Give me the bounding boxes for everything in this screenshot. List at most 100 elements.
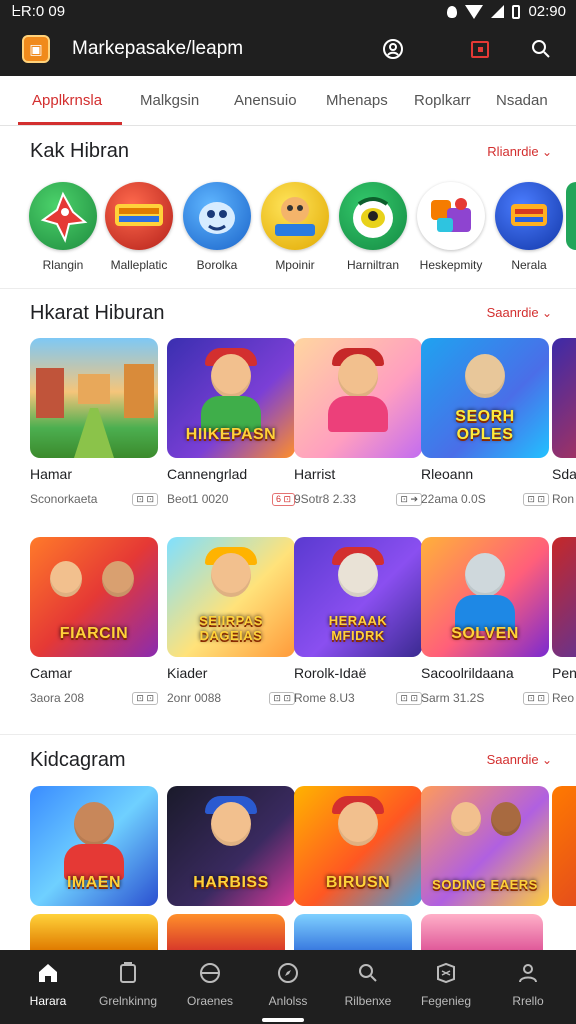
card-art-text: IMAEN (66, 874, 122, 891)
tab-2[interactable]: Anensuio (234, 92, 297, 109)
card-name: Cannengrlad (167, 466, 248, 482)
card-meta-text: Reo (552, 691, 575, 705)
card-meta: 3aora 208 ⊡ ⊡ (30, 691, 158, 705)
card-name: Pen (552, 665, 576, 681)
see-all-3[interactable]: Saanrdie (487, 752, 552, 767)
nav-item-search[interactable]: Rilbenxe (328, 960, 408, 1008)
card-r2-0[interactable]: FIARCIN Camar 3aora 208 ⊡ ⊡ (30, 537, 158, 705)
face-shape (211, 354, 251, 398)
nav-label: Anlolss (268, 994, 308, 1008)
status-clock: 02:90 (528, 3, 566, 20)
app-logo-icon[interactable]: ▣ (22, 35, 50, 63)
home-indicator[interactable] (262, 1018, 304, 1022)
card-art-text: HIIKEPASN (185, 426, 277, 443)
card-meta-text: 2onr 0088 (167, 691, 222, 705)
search-icon[interactable] (528, 36, 554, 62)
status-icons: 02:90 (447, 3, 566, 20)
card-thumb: HERAAK MFIDRK (294, 537, 422, 657)
nav-item-games[interactable]: Oraenes (170, 960, 250, 1008)
circle-label-1: Malleplatic (110, 258, 168, 272)
circle-icon-5 (417, 182, 485, 250)
circle-item-1[interactable]: Malleplatic (100, 182, 178, 272)
tab-5[interactable]: Nsadan (496, 92, 548, 109)
face-shape (465, 553, 505, 597)
card-r2-4[interactable]: Pen Reo (552, 537, 576, 705)
card-name: Camar (30, 665, 73, 681)
card-thumb: FIARCIN (30, 537, 158, 657)
card-art-text: HERAAK MFIDRK (328, 613, 388, 643)
nav-item-apps[interactable]: Grelnkinng (88, 960, 168, 1008)
card-meta-text: 22ama 0.0S (421, 492, 486, 506)
card-r2-2[interactable]: HERAAK MFIDRK Rorolk-Idaë Rome 8.U3 ⊡ ⊡ (294, 537, 422, 705)
tab-0[interactable]: Applkrnsla (32, 92, 102, 109)
card-r1-0[interactable]: Hamar Sconorkaeta ⊡ ⊡ (30, 338, 158, 506)
nav-label: Harara (29, 994, 67, 1008)
circle-peek (566, 182, 576, 250)
card-r3-0[interactable]: IMAEN (30, 786, 158, 906)
card-name: Sda (552, 466, 576, 482)
app-title: Markepasake/leapm (72, 38, 244, 59)
active-tab-indicator (18, 122, 122, 125)
compass-icon (275, 960, 301, 986)
card-r1-1[interactable]: HIIKEPASN Cannengrlad Beot1 0020 6 ⊡ (167, 338, 295, 506)
circle-item-5[interactable]: Heskepmity (412, 182, 490, 272)
card-thumb (552, 537, 576, 657)
card-r1-2[interactable]: Harrist 9Sotr8 2.33 ⊡ ➔ (294, 338, 422, 506)
face-shape (338, 553, 378, 597)
nav-item-compass[interactable]: Anlolss (248, 960, 328, 1008)
circle-label-4: Harniltran (346, 258, 400, 272)
card-r2-1[interactable]: SEIIRPAS DAGEIAS Kiader 2onr 0088 ⊡ ⊡ (167, 537, 295, 705)
tab-1[interactable]: Malkgsin (140, 92, 199, 109)
calendar-icon[interactable] (467, 36, 493, 62)
card-meta-text: 3aora 208 (30, 691, 85, 705)
card-badge: ⊡ ⊡ (132, 492, 158, 506)
app-bar: ▣ Markepasake/leapm (0, 24, 576, 76)
circle-item-6[interactable]: Nerala (490, 182, 568, 272)
see-all-2[interactable]: Saanrdie (487, 305, 552, 320)
person-icon (515, 960, 541, 986)
circle-item-4[interactable]: Harniltran (334, 182, 412, 272)
divider-1 (0, 288, 576, 289)
circle-icon-4 (339, 182, 407, 250)
circle-item-2[interactable]: Borolka (178, 182, 256, 272)
tab-4[interactable]: Roplkarr (414, 92, 471, 109)
notification-icon (447, 5, 458, 18)
card-r4-3[interactable] (421, 914, 543, 950)
card-r3-4[interactable] (552, 786, 576, 906)
circle-item-0[interactable]: Rlangin (24, 182, 102, 272)
face-shape (50, 561, 82, 597)
card-r4-1[interactable] (167, 914, 285, 950)
card-meta-text: Rome 8.U3 (294, 691, 355, 705)
card-r1-4[interactable]: Sda Ron (552, 338, 576, 506)
see-all-1[interactable]: Rlianrdie (487, 144, 552, 159)
section-title-3: Kidcagram (30, 749, 126, 771)
account-icon[interactable] (380, 36, 406, 62)
card-r3-3[interactable]: SODING EAERS (421, 786, 549, 906)
card-thumb: SEIIRPAS DAGEIAS (167, 537, 295, 657)
card-badge: ⊡ ⊡ (396, 691, 422, 705)
body-shape (328, 396, 388, 432)
nav-item-profile[interactable]: Rrello (488, 960, 568, 1008)
card-art-text: SODING EAERS (432, 877, 538, 892)
card-r3-1[interactable]: HARBISS (167, 786, 295, 906)
nav-item-map[interactable]: Fegenieg (406, 960, 486, 1008)
card-art-text: SEIIRPAS DAGEIAS (199, 613, 263, 643)
card-art-text: FIARCIN (59, 625, 129, 642)
card-meta-text: Ron (552, 492, 575, 506)
card-meta: Sarm 31.2S ⊡ ⊡ (421, 691, 549, 705)
face-shape (491, 802, 521, 836)
circle-icon-6 (495, 182, 563, 250)
card-r4-0[interactable] (30, 914, 158, 950)
circle-item-3[interactable]: Mpoinir (256, 182, 334, 272)
card-r3-2[interactable]: BIRUSN (294, 786, 422, 906)
card-meta: 22ama 0.0S ⊡ ⊡ (421, 492, 549, 506)
nav-label: Oraenes (186, 994, 234, 1008)
card-r2-3[interactable]: SOLVEN Sacoolrildaana Sarm 31.2S ⊡ ⊡ (421, 537, 549, 705)
card-r1-3[interactable]: SEORH OPLES Rleoann 22ama 0.0S ⊡ ⊡ (421, 338, 549, 506)
card-name: Kiader (167, 665, 208, 681)
card-meta-text: Sconorkaeta (30, 492, 98, 506)
tab-3[interactable]: Mhenaps (326, 92, 388, 109)
nav-item-home[interactable]: Harara (8, 960, 88, 1008)
card-art-text: SOLVEN (451, 625, 519, 642)
card-r4-2[interactable] (294, 914, 412, 950)
